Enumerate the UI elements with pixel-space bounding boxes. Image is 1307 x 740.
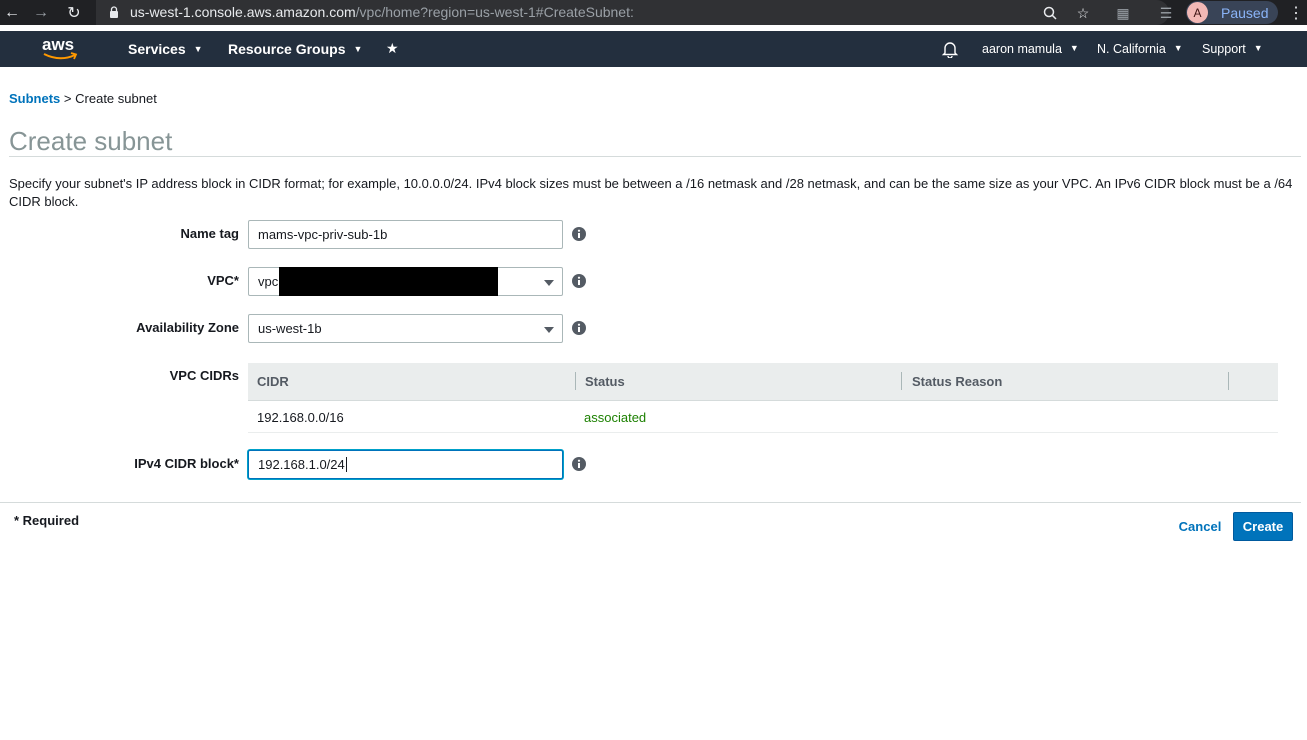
ipv4-cidr-label: IPv4 CIDR block* (134, 456, 239, 471)
info-icon[interactable] (571, 320, 587, 336)
chevron-down-icon: ▼ (353, 44, 363, 54)
required-note: * Required (14, 513, 80, 528)
breadcrumb-subnets-link[interactable]: Subnets (9, 91, 60, 106)
chevron-down-icon: ▼ (193, 44, 203, 54)
table-header: CIDR Status Status Reason (248, 363, 1278, 401)
info-icon[interactable] (571, 226, 587, 242)
aws-smile-icon (43, 52, 78, 60)
browser-toolbar: ← → ↻ us-west-1.console.aws.amazon.com/v… (0, 0, 1307, 25)
dropdown-arrow-icon (544, 280, 554, 286)
region-menu[interactable]: N. California ▼ (1097, 42, 1183, 56)
profile-status: Paused (1221, 4, 1269, 21)
ipv4-cidr-input[interactable]: 192.168.1.0/24 (248, 450, 563, 479)
forward-arrow-icon[interactable]: → (30, 2, 52, 24)
breadcrumb: Subnets > Create subnet (9, 91, 157, 106)
column-header-status-reason[interactable]: Status Reason (912, 374, 1002, 389)
info-icon[interactable] (571, 273, 587, 289)
support-menu[interactable]: Support ▼ (1202, 42, 1263, 56)
bell-icon[interactable] (941, 40, 959, 58)
vpc-label: VPC* (207, 273, 239, 288)
vpc-cidrs-table: CIDR Status Status Reason 192.168.0.0/16… (248, 363, 1278, 433)
chevron-down-icon: ▼ (1069, 43, 1079, 53)
vpc-cidrs-label: VPC CIDRs (169, 368, 239, 383)
breadcrumb-current: Create subnet (75, 91, 157, 106)
media-queue-icon[interactable]: ☰ (1156, 3, 1176, 23)
column-divider[interactable] (575, 372, 576, 390)
column-header-status[interactable]: Status (585, 374, 625, 389)
name-tag-label: Name tag (180, 226, 239, 241)
status-cell: associated (584, 410, 647, 425)
vpc-select[interactable]: vpc (248, 267, 563, 296)
avatar: A (1187, 2, 1208, 23)
bookmark-star-icon[interactable]: ☆ (1073, 3, 1093, 23)
cancel-button[interactable]: Cancel (1172, 512, 1228, 540)
availability-zone-select[interactable]: us-west-1b (248, 314, 563, 343)
address-bar[interactable]: us-west-1.console.aws.amazon.com/vpc/hom… (96, 0, 1169, 25)
back-arrow-icon[interactable]: ← (1, 2, 23, 24)
url-text[interactable]: us-west-1.console.aws.amazon.com/vpc/hom… (130, 4, 634, 20)
chevron-down-icon: ▼ (1173, 43, 1183, 53)
column-divider[interactable] (901, 372, 902, 390)
cidr-cell: 192.168.0.0/16 (257, 410, 344, 425)
services-menu[interactable]: Services ▼ (128, 41, 203, 57)
redacted-block (279, 267, 498, 296)
availability-zone-label: Availability Zone (136, 320, 239, 335)
chevron-down-icon: ▼ (1253, 43, 1263, 53)
zoom-icon[interactable] (1040, 3, 1060, 23)
table-row: 192.168.0.0/16 associated (248, 401, 1278, 433)
lock-icon (110, 6, 118, 18)
page-description: Specify your subnet's IP address block i… (9, 176, 1293, 209)
column-header-cidr[interactable]: CIDR (257, 374, 289, 389)
info-icon[interactable] (571, 456, 587, 472)
column-divider[interactable] (1228, 372, 1229, 390)
user-menu[interactable]: aaron mamula ▼ (982, 42, 1079, 56)
create-button[interactable]: Create (1233, 512, 1293, 541)
reload-icon[interactable]: ↻ (63, 2, 85, 24)
extension-grid-icon[interactable]: ▦ (1113, 3, 1133, 23)
text-cursor (345, 457, 347, 472)
aws-top-nav: aws Services ▼ Resource Groups ▼ ★ aaron m… (0, 31, 1307, 67)
browser-menu-icon[interactable]: ⋮ (1288, 3, 1304, 23)
footer-divider (0, 502, 1301, 503)
page-title: Create subnet (9, 126, 173, 156)
name-tag-input[interactable]: mams-vpc-priv-sub-1b (248, 220, 563, 249)
title-divider (9, 156, 1301, 157)
pin-icon[interactable]: ★ (386, 40, 399, 57)
profile-button[interactable]: A Paused (1186, 1, 1278, 24)
breadcrumb-separator: > (63, 91, 72, 106)
dropdown-arrow-icon (544, 327, 554, 333)
resource-groups-menu[interactable]: Resource Groups ▼ (228, 41, 362, 57)
aws-logo[interactable]: aws (42, 35, 80, 61)
